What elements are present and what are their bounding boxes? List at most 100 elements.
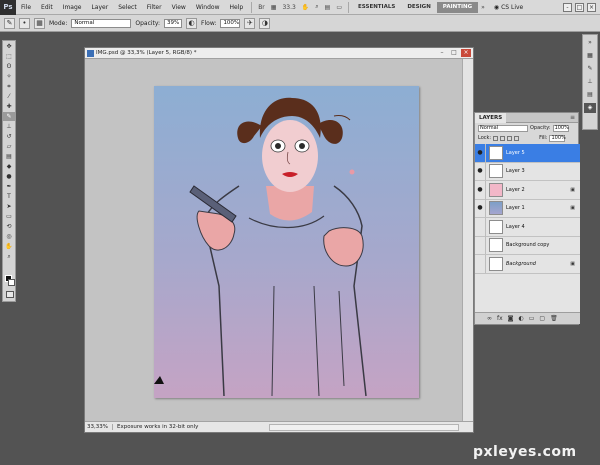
brush-panel-icon[interactable]: ▦ <box>34 17 45 29</box>
eyedropper-tool-icon[interactable]: ⁄ <box>3 92 15 101</box>
minimize-button[interactable]: - <box>563 2 572 12</box>
mini-bridge-icon[interactable]: ▦ <box>268 4 280 11</box>
crop-tool-icon[interactable]: ⌗ <box>3 82 15 91</box>
visibility-eye-icon[interactable]: ● <box>475 180 486 199</box>
layer-row[interactable]: ● Layer 2 ▣ <box>475 180 580 200</box>
vertical-scrollbar[interactable] <box>462 59 473 422</box>
marquee-tool-icon[interactable]: ⬚ <box>3 52 15 61</box>
menu-help[interactable]: Help <box>225 0 249 15</box>
visibility-eye-icon[interactable]: ● <box>475 143 486 162</box>
lock-image-icon[interactable] <box>500 135 506 141</box>
3d-rotate-tool-icon[interactable]: ⟲ <box>3 222 15 231</box>
document-titlebar[interactable]: IMG.psd @ 33,3% (Layer 5, RGB/8) * – □ × <box>85 48 473 59</box>
layer-row[interactable]: Background ▣ <box>475 254 580 274</box>
background-color-swatch[interactable] <box>8 279 15 286</box>
menu-window[interactable]: Window <box>191 0 225 15</box>
path-select-tool-icon[interactable]: ➤ <box>3 202 15 211</box>
blur-tool-icon[interactable]: ◆ <box>3 162 15 171</box>
lock-position-icon[interactable] <box>507 135 513 141</box>
status-info-text[interactable]: Exposure works in 32-bit only <box>117 424 198 430</box>
cs-live-button[interactable]: ◉ CS Live <box>494 4 523 11</box>
brush-presets-icon[interactable]: ▦ <box>584 51 596 61</box>
layer-row[interactable]: Layer 4 <box>475 217 580 237</box>
menu-select[interactable]: Select <box>113 0 142 15</box>
blend-mode-select[interactable]: Normal <box>478 124 528 132</box>
new-layer-icon[interactable]: ▢ <box>539 315 545 322</box>
launch-bridge-icon[interactable]: Br <box>255 4 268 11</box>
zoom-icon[interactable]: ⌕ <box>312 3 321 11</box>
workspace-essentials[interactable]: ESSENTIALS <box>352 2 401 13</box>
new-group-icon[interactable]: ▭ <box>529 315 535 322</box>
eraser-tool-icon[interactable]: ▱ <box>3 142 15 151</box>
menu-view[interactable]: View <box>167 0 191 15</box>
artwork-canvas[interactable] <box>154 86 419 398</box>
canvas-area[interactable] <box>85 59 463 422</box>
menu-file[interactable]: File <box>16 0 36 15</box>
lock-all-icon[interactable] <box>514 135 520 141</box>
layers-tab[interactable]: LAYERS <box>475 112 507 123</box>
brush-preset-icon[interactable]: ✎ <box>4 17 15 29</box>
quick-mask-icon[interactable] <box>6 291 14 298</box>
workspace-design[interactable]: DESIGN <box>401 2 436 13</box>
hand-tool-icon[interactable]: ✋ <box>299 4 312 11</box>
screen-mode-icon[interactable]: ▭ <box>333 4 345 11</box>
history-brush-tool-icon[interactable]: ↺ <box>3 132 15 141</box>
add-mask-icon[interactable]: ◙ <box>508 315 514 322</box>
pressure-opacity-icon[interactable]: ◐ <box>186 17 198 29</box>
layers-panel-icon[interactable]: ◈ <box>584 103 596 113</box>
visibility-eye-icon[interactable]: ● <box>475 199 486 218</box>
visibility-toggle-empty[interactable] <box>475 217 486 236</box>
menu-image[interactable]: Image <box>58 0 87 15</box>
healing-tool-icon[interactable]: ✚ <box>3 102 15 111</box>
adjustment-layer-icon[interactable]: ◐ <box>519 315 524 322</box>
horizontal-scrollbar[interactable] <box>269 423 459 431</box>
quick-select-tool-icon[interactable]: ✧ <box>3 72 15 81</box>
workspace-painting[interactable]: PAINTING <box>436 1 479 13</box>
gradient-tool-icon[interactable]: ▤ <box>3 152 15 161</box>
menu-filter[interactable]: Filter <box>142 0 167 15</box>
type-tool-icon[interactable]: T <box>3 192 15 201</box>
shape-tool-icon[interactable]: ▭ <box>3 212 15 221</box>
clone-stamp-tool-icon[interactable]: ⊥ <box>3 122 15 131</box>
zoom-tool-icon[interactable]: ⌕ <box>3 252 15 261</box>
zoom-readout[interactable]: 33.3 <box>279 4 298 11</box>
layer-opacity-field[interactable]: 100% <box>552 124 569 132</box>
dodge-tool-icon[interactable]: ● <box>3 172 15 181</box>
doc-minimize-button[interactable]: – <box>437 49 447 57</box>
pressure-size-icon[interactable]: ◑ <box>259 17 271 29</box>
maximize-button[interactable]: □ <box>575 2 584 12</box>
visibility-toggle-empty[interactable] <box>475 254 486 273</box>
menu-edit[interactable]: Edit <box>36 0 58 15</box>
layer-row[interactable]: ● Layer 5 <box>475 143 580 163</box>
tool-presets-icon[interactable]: ▤ <box>584 90 596 100</box>
doc-maximize-button[interactable]: □ <box>449 49 459 57</box>
pen-tool-icon[interactable]: ✒ <box>3 182 15 191</box>
hand-tool-icon[interactable]: ✋ <box>3 242 15 251</box>
brush-tool-icon[interactable]: ✎ <box>3 112 15 121</box>
clone-source-icon[interactable]: ⊥ <box>584 77 596 87</box>
brush-panel-icon[interactable]: ✎ <box>584 64 596 74</box>
zoom-level-field[interactable]: 33,33% <box>87 424 113 430</box>
layer-style-icon[interactable]: fx <box>497 315 503 322</box>
brush-size-icon[interactable]: • <box>19 17 30 29</box>
close-button[interactable]: × <box>587 2 596 12</box>
opacity-field[interactable]: 39% <box>164 18 183 28</box>
lasso-tool-icon[interactable]: ʘ <box>3 62 15 71</box>
layer-row[interactable]: ● Layer 3 <box>475 162 580 181</box>
delete-layer-icon[interactable]: 🗑 <box>550 315 558 322</box>
flow-field[interactable]: 100% <box>220 18 241 28</box>
doc-close-button[interactable]: × <box>461 49 471 57</box>
layer-row[interactable]: Background copy <box>475 236 580 255</box>
link-layers-icon[interactable]: ∞ <box>487 315 492 322</box>
move-tool-icon[interactable]: ✥ <box>3 42 15 51</box>
arrange-icon[interactable]: ▤ <box>322 4 334 11</box>
3d-camera-tool-icon[interactable]: ◎ <box>3 232 15 241</box>
lock-transparent-icon[interactable] <box>493 135 499 141</box>
panel-menu-icon[interactable]: ≡ <box>570 114 578 121</box>
menu-layer[interactable]: Layer <box>86 0 113 15</box>
layer-row[interactable]: ● Layer 1 ▣ <box>475 199 580 218</box>
layer-fill-field[interactable]: 100% <box>549 134 566 142</box>
workspace-more-icon[interactable]: » <box>478 4 488 11</box>
mode-select[interactable]: Normal <box>71 18 132 28</box>
airbrush-icon[interactable]: ✈ <box>244 17 256 29</box>
